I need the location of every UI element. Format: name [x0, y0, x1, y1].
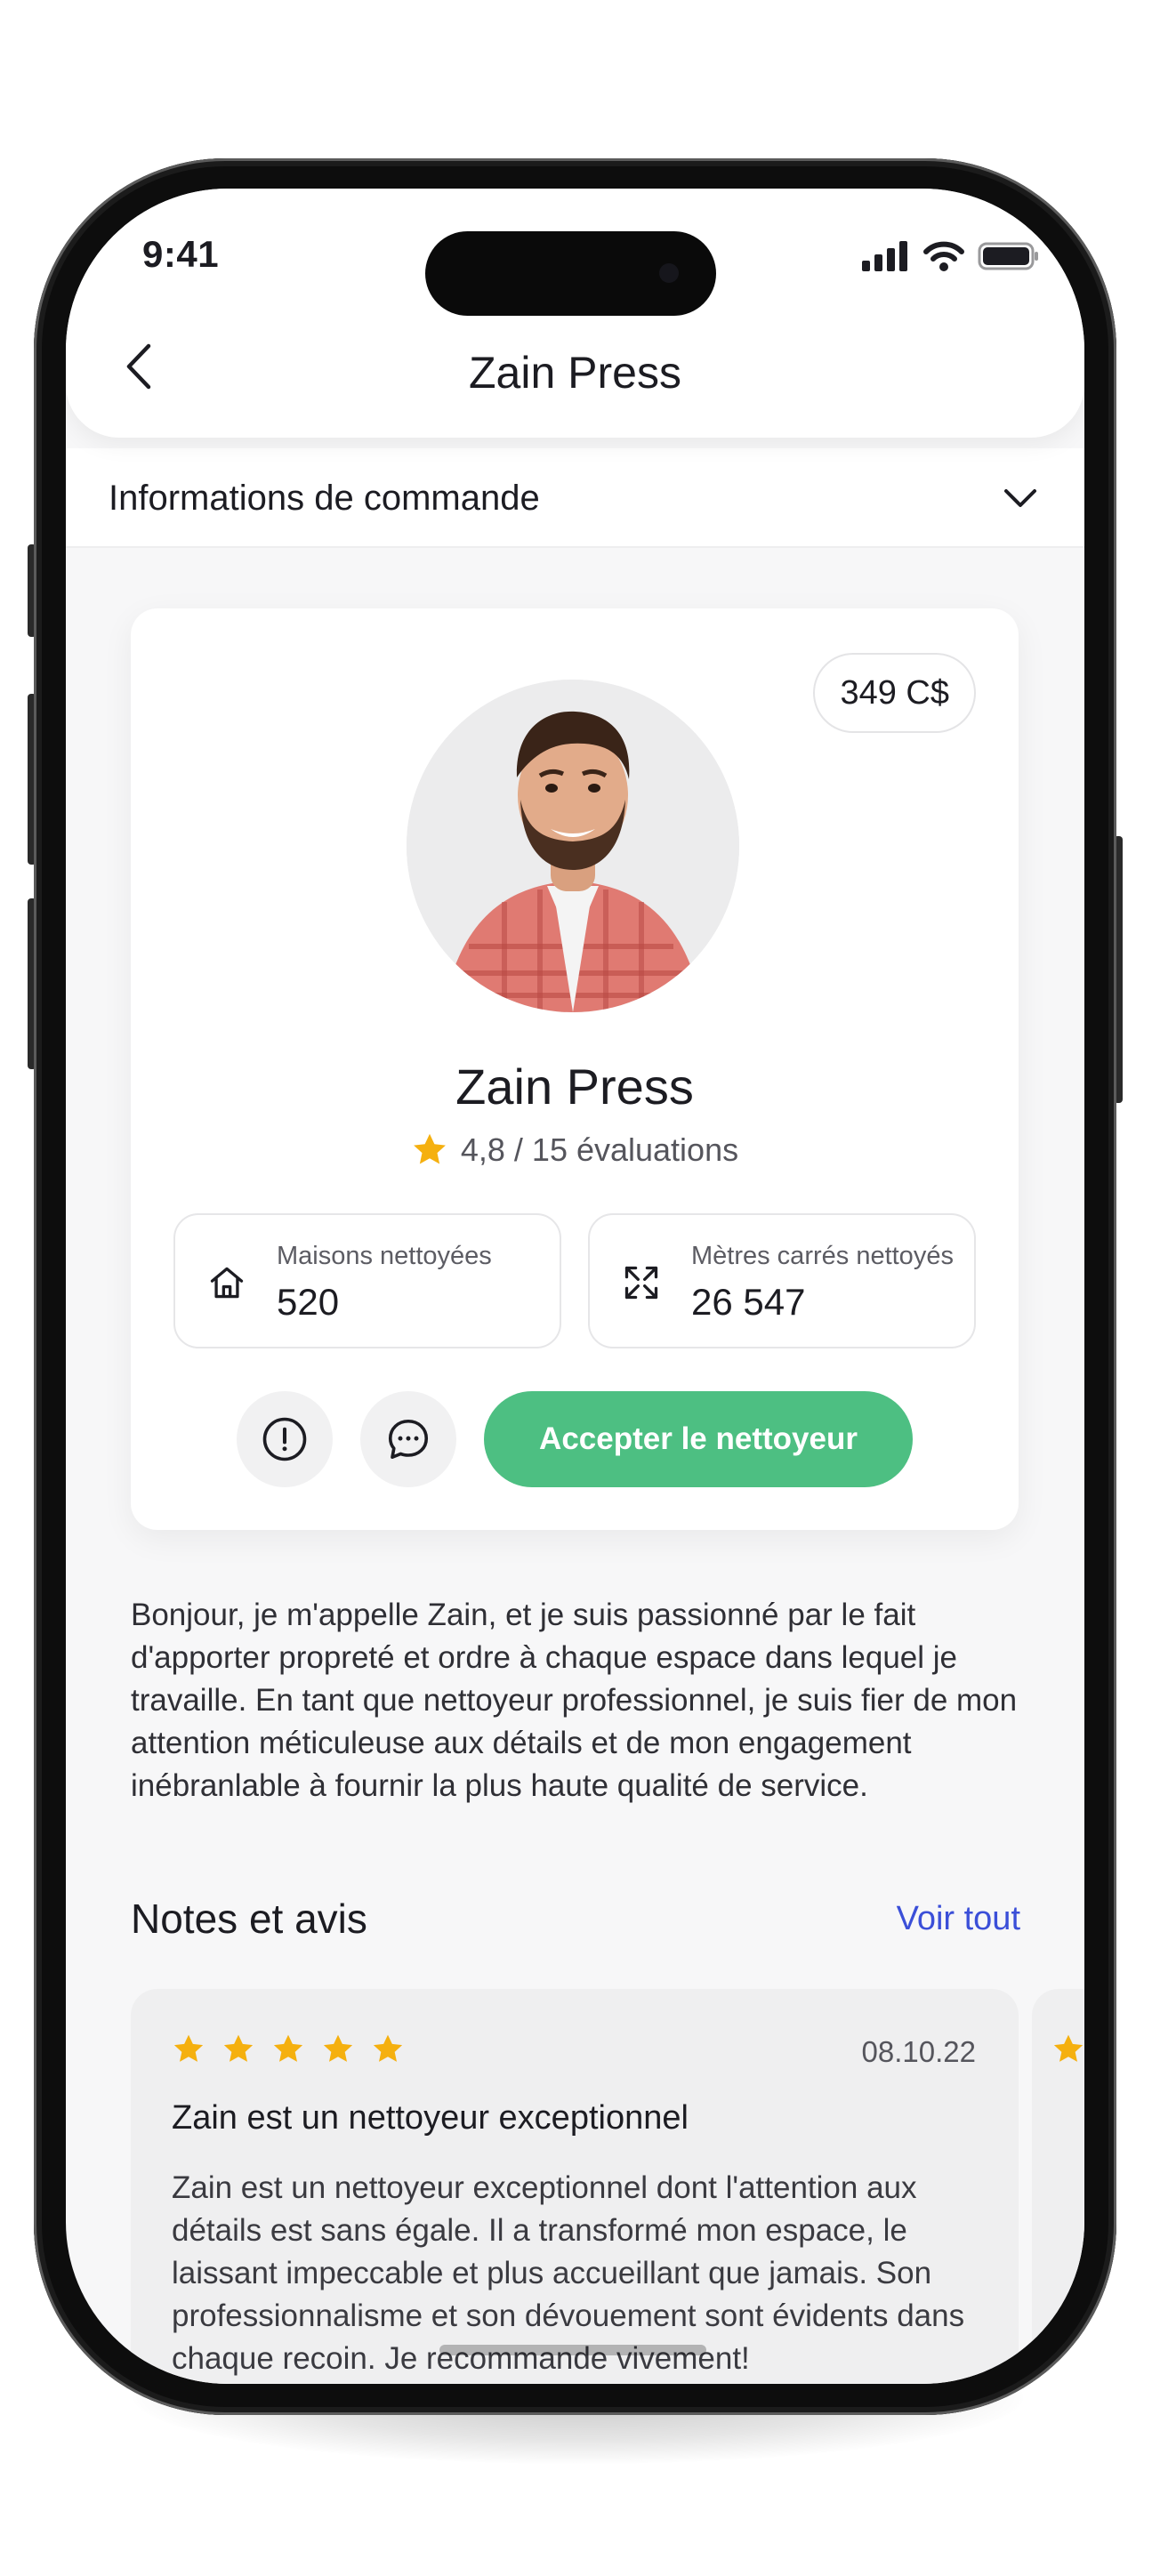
status-icons — [860, 240, 1040, 272]
rating-text: 4,8 / 15 évaluations — [460, 1131, 739, 1168]
star-icon — [323, 2034, 353, 2062]
signal-icon — [862, 241, 907, 271]
review-stars — [172, 2033, 405, 2065]
star-icon — [173, 2034, 204, 2062]
stat-value: 520 — [277, 1281, 340, 1323]
order-info-dropdown[interactable]: Informations de commande — [66, 448, 1084, 548]
avatar — [407, 680, 739, 1012]
alert-circle-icon — [262, 1417, 307, 1461]
page-title: Zain Press — [469, 348, 681, 398]
star-icon — [373, 2034, 403, 2062]
cleaner-bio: Bonjour, je m'appelle Zain, et je suis p… — [131, 1598, 1018, 1803]
house-icon — [210, 1267, 244, 1299]
stat-label: Mètres carrés nettoyés — [691, 1242, 954, 1270]
expand-icon — [624, 1266, 658, 1300]
cleaner-name: Zain Press — [455, 1059, 694, 1115]
star-icon — [1053, 2034, 1084, 2062]
stat-houses-cleaned: Maisons nettoyées 520 — [173, 1213, 561, 1348]
report-button[interactable] — [237, 1391, 333, 1487]
avatar-illustration — [407, 680, 739, 1012]
order-info-label: Informations de commande — [109, 479, 540, 518]
star-icon — [273, 2034, 303, 2062]
cleaner-profile-card: 349 C$ Zain Press 4,8 / 15 évaluations M… — [131, 608, 1019, 1530]
message-button[interactable] — [360, 1391, 456, 1487]
rating-summary: 4,8 / 15 évaluations — [131, 1131, 1019, 1169]
stat-square-meters-cleaned: Mètres carrés nettoyés 26 547 — [588, 1213, 976, 1348]
review-date: 08.10.22 — [861, 2035, 976, 2068]
price-badge: 349 C$ — [813, 653, 976, 733]
review-title: Zain est un nettoyeur exceptionnel — [172, 2099, 689, 2137]
battery-icon — [978, 242, 1038, 270]
app-screen: 9:41 Zain Press Informations de commande… — [66, 189, 1084, 2384]
review-card[interactable]: 08.10.22 Zain est un nettoyeur exception… — [131, 1989, 1019, 2384]
camera-dot — [659, 263, 679, 283]
stat-label: Maisons nettoyées — [277, 1242, 492, 1270]
dynamic-island — [425, 231, 716, 316]
review-card-next[interactable] — [1032, 1989, 1084, 2384]
star-icon — [413, 1133, 446, 1164]
star-icon — [223, 2034, 254, 2062]
accept-cleaner-button[interactable]: Accepter le nettoyeur — [484, 1391, 913, 1487]
home-indicator — [439, 2345, 706, 2355]
see-all-reviews-link[interactable]: Voir tout — [897, 1900, 1020, 1938]
stat-value: 26 547 — [691, 1281, 806, 1323]
chat-bubble-icon — [388, 1419, 429, 1460]
reviews-section-title: Notes et avis — [131, 1896, 367, 1942]
wifi-icon — [923, 241, 964, 271]
status-time: 9:41 — [142, 233, 220, 275]
chevron-down-icon — [1004, 489, 1036, 507]
